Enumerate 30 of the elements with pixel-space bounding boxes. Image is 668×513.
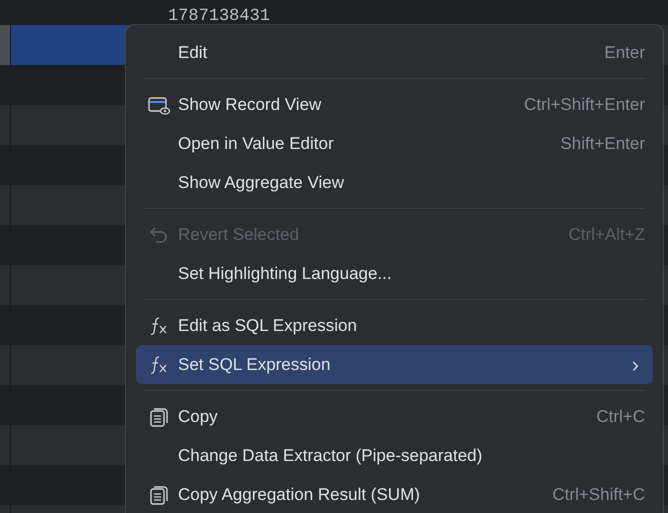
shortcut-label: Ctrl+Shift+C — [552, 484, 645, 504]
menu-item-label: Change Data Extractor (Pipe-separated) — [178, 446, 484, 466]
menu-item[interactable]: Show Record View Ctrl+Shift+Enter — [136, 85, 653, 124]
menu-item[interactable]: Show Aggregate View — [136, 163, 653, 202]
menu-item[interactable]: Copy Aggregation Result (SUM) Ctrl+Shift+C — [136, 475, 653, 513]
shortcut-label: Ctrl+Shift+Enter — [524, 94, 645, 114]
copy-icon — [148, 406, 170, 428]
menu-item[interactable]: Set SQL Expression › — [136, 345, 653, 384]
menu-item-label: Edit — [178, 42, 208, 62]
table-cell: 1787138431 — [168, 9, 270, 25]
shortcut-label: Enter — [604, 42, 645, 62]
menu-item[interactable]: Open in Value Editor Shift+Enter — [136, 124, 653, 163]
menu-item-label: Show Aggregate View — [178, 172, 346, 192]
menu-item-label: Set Highlighting Language... — [178, 264, 393, 284]
menu-item-label: Copy Aggregation Result (SUM) — [178, 484, 421, 504]
menu-item[interactable]: Edit Enter — [136, 33, 653, 72]
menu-item-label: Set SQL Expression — [178, 354, 332, 374]
shortcut-label: Ctrl+C — [596, 406, 645, 426]
menu-item-label: Open in Value Editor — [178, 134, 335, 154]
shortcut-label: Shift+Enter — [560, 134, 645, 154]
submenu-arrow-icon: › — [632, 352, 639, 378]
table-row[interactable]: 1787138431 — [0, 0, 668, 25]
menu-item-label: Edit as SQL Expression — [178, 316, 358, 336]
menu-item[interactable]: Copy Ctrl+C — [136, 397, 653, 436]
menu-item-label: Copy — [178, 406, 219, 426]
menu-item[interactable]: Set Highlighting Language... — [136, 254, 653, 293]
menu-item-label: Show Record View — [178, 94, 322, 114]
menu-item[interactable]: Change Data Extractor (Pipe-separated) — [136, 436, 653, 475]
menu-item[interactable]: Edit as SQL Expression — [136, 306, 653, 345]
copy-icon — [148, 484, 170, 506]
